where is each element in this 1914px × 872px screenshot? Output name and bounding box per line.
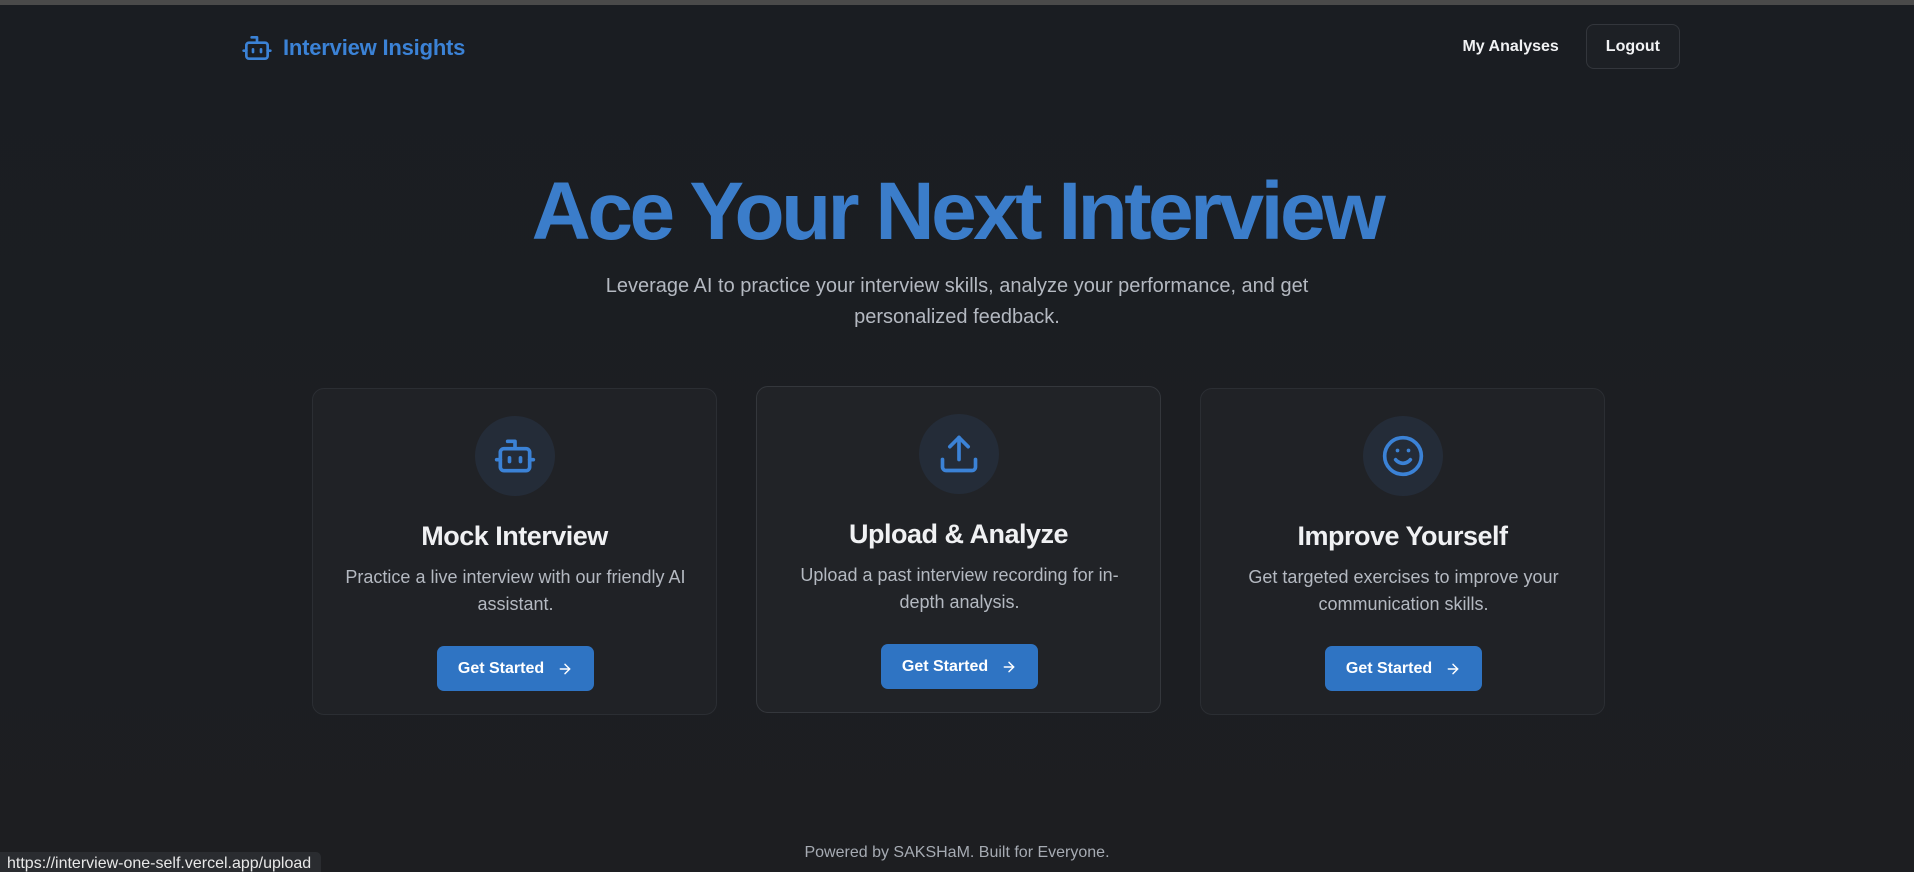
logout-button[interactable]: Logout — [1585, 24, 1680, 69]
mock-interview-get-started-button[interactable]: Get Started — [437, 646, 594, 691]
status-bar-url: https://interview-one-self.vercel.app/up… — [0, 852, 322, 872]
hero-title: Ace Your Next Interview — [531, 166, 1386, 257]
upload-analyze-get-started-button[interactable]: Get Started — [881, 644, 1038, 689]
card-icon-circle — [475, 416, 555, 496]
upload-analyze-card: Upload & Analyze Upload a past interview… — [756, 386, 1161, 713]
card-description: Get targeted exercises to improve your c… — [1248, 567, 1559, 614]
mock-interview-card: Mock Interview Practice a live interview… — [312, 388, 717, 715]
button-label: Get Started — [457, 659, 545, 677]
card-description: Upload a past interview recording for in… — [800, 565, 1119, 612]
arrow-right-icon — [1003, 661, 1015, 672]
brand-name: Interview Insights — [283, 35, 466, 60]
robot-icon — [494, 439, 536, 473]
improve-yourself-card: Improve Yourself Get targeted exercises … — [1200, 388, 1605, 715]
card-icon-circle — [919, 414, 999, 494]
improve-yourself-get-started-button[interactable]: Get Started — [1325, 646, 1482, 691]
card-title: Improve Yourself — [1297, 521, 1508, 551]
button-label: Get Started — [1345, 659, 1433, 677]
arrow-right-icon — [559, 663, 571, 674]
hero-subtitle: Leverage AI to practice your interview s… — [605, 275, 1309, 328]
upload-icon — [940, 435, 978, 473]
card-description: Practice a live interview with our frien… — [345, 567, 686, 614]
header-nav: My Analyses Logout — [1462, 24, 1680, 69]
card-title: Upload & Analyze — [848, 519, 1069, 549]
button-label: Get Started — [901, 657, 989, 675]
robot-icon — [242, 36, 272, 60]
card-icon-circle — [1363, 416, 1443, 496]
smile-icon — [1382, 435, 1424, 477]
top-nav-bar: Interview Insights My Analyses Logout — [0, 5, 1914, 87]
card-title: Mock Interview — [421, 521, 608, 551]
my-analyses-link[interactable]: My Analyses — [1462, 38, 1558, 56]
brand-link[interactable]: Interview Insights — [241, 32, 465, 64]
arrow-right-icon — [1447, 663, 1459, 674]
